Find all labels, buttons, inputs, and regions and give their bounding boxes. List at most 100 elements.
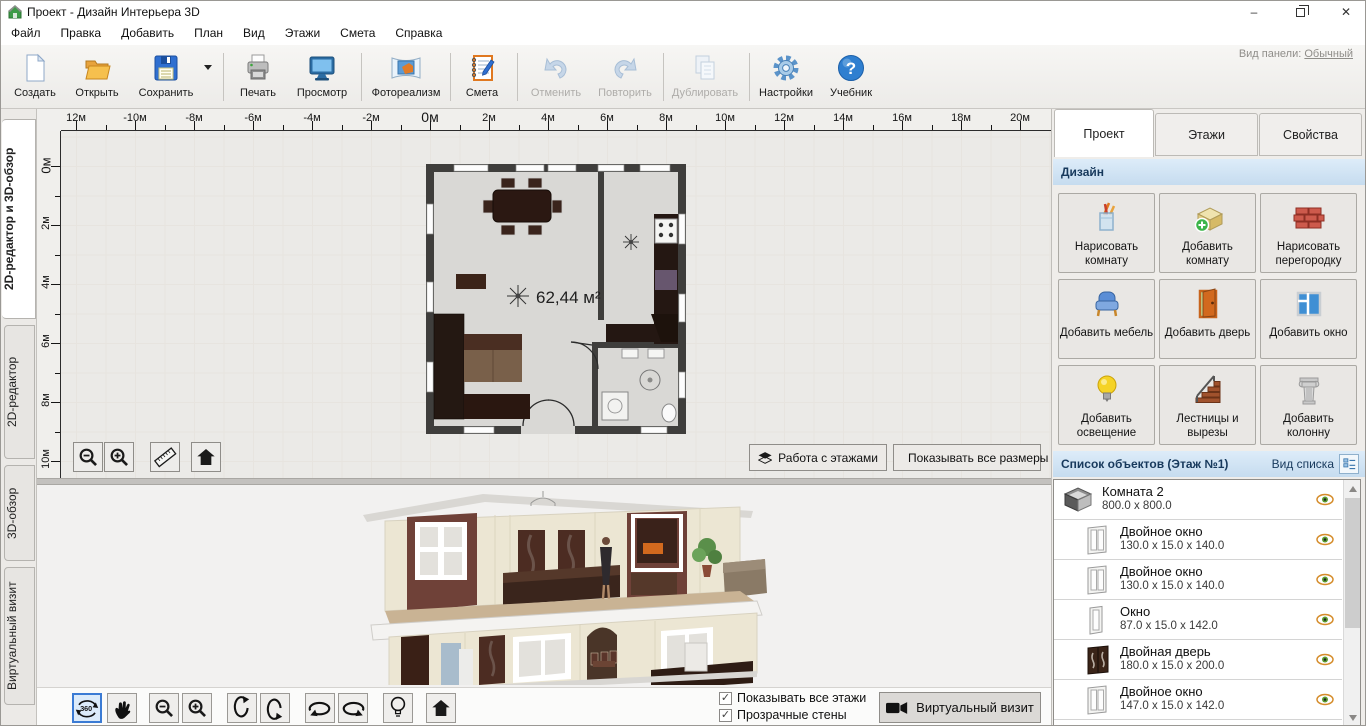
panel-view-link[interactable]: Обычный	[1304, 48, 1353, 60]
draw-room-button[interactable]: Нарисовать комнату	[1058, 193, 1155, 273]
menu-estimate[interactable]: Смета	[330, 23, 385, 40]
rotate-right-button[interactable]	[338, 693, 368, 723]
restore-button[interactable]	[1279, 1, 1321, 23]
virtual-visit-button[interactable]: Виртуальный визит	[879, 692, 1041, 723]
tab-2d-editor[interactable]: 2D-редактор	[4, 325, 35, 459]
scroll-up-button[interactable]	[1344, 480, 1361, 497]
zoom-out-2d-button[interactable]	[73, 442, 103, 472]
menu-edit[interactable]: Правка	[51, 23, 112, 40]
menu-file[interactable]: Файл	[1, 23, 51, 40]
settings-button[interactable]: Настройки	[755, 50, 817, 104]
preview-button[interactable]: Просмотр	[291, 50, 353, 104]
open-project-button[interactable]: Открыть	[69, 50, 125, 104]
measure-tool-button[interactable]	[150, 442, 180, 472]
add-column-button[interactable]: Добавить колонну	[1260, 365, 1357, 445]
floors-work-button[interactable]: Работа с этажами	[749, 444, 887, 471]
stairs-cutouts-button[interactable]: Лестницы и вырезы	[1159, 365, 1256, 445]
undo-button[interactable]: Отменить	[525, 50, 587, 104]
object-row-window[interactable]: Окно 87.0 x 15.0 x 142.0	[1054, 600, 1342, 640]
print-button[interactable]: Печать	[233, 50, 283, 104]
floors-work-label: Работа с этажами	[778, 451, 878, 465]
menu-view[interactable]: Вид	[233, 23, 275, 40]
tab-floors[interactable]: Этажи	[1155, 113, 1258, 156]
menu-floors[interactable]: Этажи	[275, 23, 330, 40]
object-list-scrollbar[interactable]	[1343, 480, 1360, 726]
list-view-button[interactable]	[1339, 454, 1359, 474]
visibility-eye-icon[interactable]	[1316, 613, 1334, 631]
object-row-double-window[interactable]: Двойное окно 130.0 x 15.0 x 140.0	[1054, 560, 1342, 600]
duplicate-button[interactable]: Дублировать	[669, 50, 741, 104]
pan-hand-button[interactable]	[107, 693, 137, 723]
show-all-floors-option[interactable]: ✓ Показывать все этажи	[719, 691, 866, 705]
rotate-up-button[interactable]	[227, 693, 257, 723]
minimize-button[interactable]: –	[1233, 1, 1275, 23]
home-icon	[196, 447, 216, 467]
tab-properties[interactable]: Свойства	[1259, 113, 1362, 156]
floor-plan-drawing[interactable]: 62,44 м²	[426, 164, 686, 434]
zoom-in-2d-button[interactable]	[104, 442, 134, 472]
draw-partition-button[interactable]: Нарисовать перегородку	[1260, 193, 1357, 273]
visibility-eye-icon[interactable]	[1316, 493, 1334, 511]
tab-virtual-visit[interactable]: Виртуальный визит	[4, 567, 35, 705]
add-room-button[interactable]: Добавить комнату	[1159, 193, 1256, 273]
draw-room-icon	[1089, 200, 1125, 236]
lighting-button[interactable]	[383, 693, 413, 723]
estimate-button[interactable]: Смета	[457, 50, 507, 104]
save-dropdown-arrow[interactable]	[204, 65, 212, 70]
show-all-floors-checkbox[interactable]: ✓	[719, 692, 732, 705]
rotate-down-button[interactable]	[260, 693, 290, 723]
show-dimensions-label: Показывать все размеры	[908, 451, 1048, 465]
show-dimensions-button[interactable]: Показывать все размеры	[893, 444, 1041, 471]
rotate-360-button[interactable]: 360	[72, 693, 102, 723]
visibility-eye-icon[interactable]	[1316, 533, 1334, 551]
object-row-double-window[interactable]: Двойное окно 130.0 x 15.0 x 140.0	[1054, 520, 1342, 560]
add-window-button[interactable]: Добавить окно	[1260, 279, 1357, 359]
object-dims: 180.0 x 15.0 x 200.0	[1120, 660, 1224, 672]
redo-button[interactable]: Повторить	[593, 50, 657, 104]
light-bulb-icon	[389, 696, 407, 720]
tab-2d-3d-editor[interactable]: 2D-редактор и 3D-обзор	[2, 119, 36, 319]
add-door-button[interactable]: Добавить дверь	[1159, 279, 1256, 359]
add-furniture-button[interactable]: Добавить мебель	[1058, 279, 1155, 359]
camera-icon	[886, 701, 908, 715]
tab-label: 2D-редактор и 3D-обзор	[2, 148, 16, 290]
menu-plan[interactable]: План	[184, 23, 233, 40]
object-row-room[interactable]: Комната 2 800.0 x 800.0	[1054, 480, 1342, 520]
tab-label: Этажи	[1188, 128, 1225, 142]
object-name: Двойное окно	[1120, 524, 1203, 539]
3d-view-canvas[interactable]	[37, 485, 1051, 687]
photorealism-icon	[389, 52, 423, 84]
rotate-left-button[interactable]	[305, 693, 335, 723]
menu-add[interactable]: Добавить	[111, 23, 184, 40]
object-row-double-window[interactable]: Двойное окно 147.0 x 15.0 x 142.0	[1054, 680, 1342, 720]
tutorial-button[interactable]: ? Учебник	[823, 50, 879, 104]
object-row-double-door[interactable]: Двойная дверь 180.0 x 15.0 x 200.0	[1054, 640, 1342, 680]
room-area-label: 62,44 м²	[536, 288, 601, 307]
object-name: Двойное окно	[1120, 564, 1203, 579]
list-view-label: Вид списка	[1272, 457, 1334, 471]
tile-label: Добавить освещение	[1059, 412, 1154, 441]
tab-project[interactable]: Проект	[1054, 109, 1154, 157]
visibility-eye-icon[interactable]	[1316, 653, 1334, 671]
view-splitter[interactable]	[37, 478, 1051, 485]
transparent-walls-option[interactable]: ✓ Прозрачные стены	[719, 708, 847, 722]
zoom-out-3d-button[interactable]	[149, 693, 179, 723]
menu-help[interactable]: Справка	[385, 23, 452, 40]
new-project-button[interactable]: Создать	[9, 50, 61, 104]
fit-home-2d-button[interactable]	[191, 442, 221, 472]
scrollbar-thumb[interactable]	[1345, 498, 1360, 628]
scroll-down-button[interactable]	[1344, 709, 1361, 726]
double-window-object-icon	[1086, 525, 1108, 555]
photorealism-button[interactable]: Фотореализм	[369, 50, 443, 104]
visibility-eye-icon[interactable]	[1316, 573, 1334, 591]
transparent-walls-checkbox[interactable]: ✓	[719, 709, 732, 722]
visibility-eye-icon[interactable]	[1316, 693, 1334, 711]
zoom-in-3d-button[interactable]	[182, 693, 212, 723]
close-button[interactable]: ✕	[1325, 1, 1366, 23]
app-logo-icon	[7, 4, 23, 20]
tab-3d-view[interactable]: 3D-обзор	[4, 465, 35, 561]
fit-home-3d-button[interactable]	[426, 693, 456, 723]
add-lighting-button[interactable]: Добавить освещение	[1058, 365, 1155, 445]
save-project-button[interactable]: Сохранить	[133, 50, 199, 104]
2d-plan-canvas[interactable]: 62,44 м²	[61, 131, 1051, 478]
